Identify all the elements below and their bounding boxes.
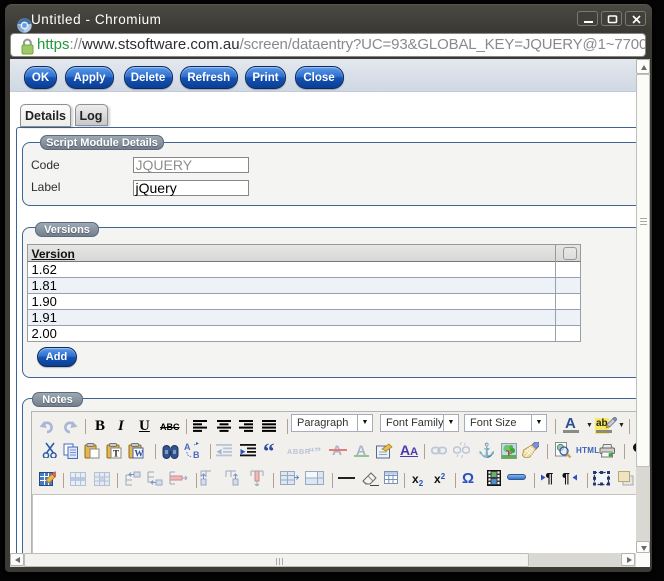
svg-text:¶: ¶: [562, 470, 570, 486]
svg-text:B: B: [193, 450, 200, 458]
svg-text:W: W: [135, 449, 144, 459]
svg-text:T: T: [113, 449, 119, 459]
svg-text:A: A: [184, 442, 191, 452]
svg-text:¶: ¶: [546, 470, 554, 486]
